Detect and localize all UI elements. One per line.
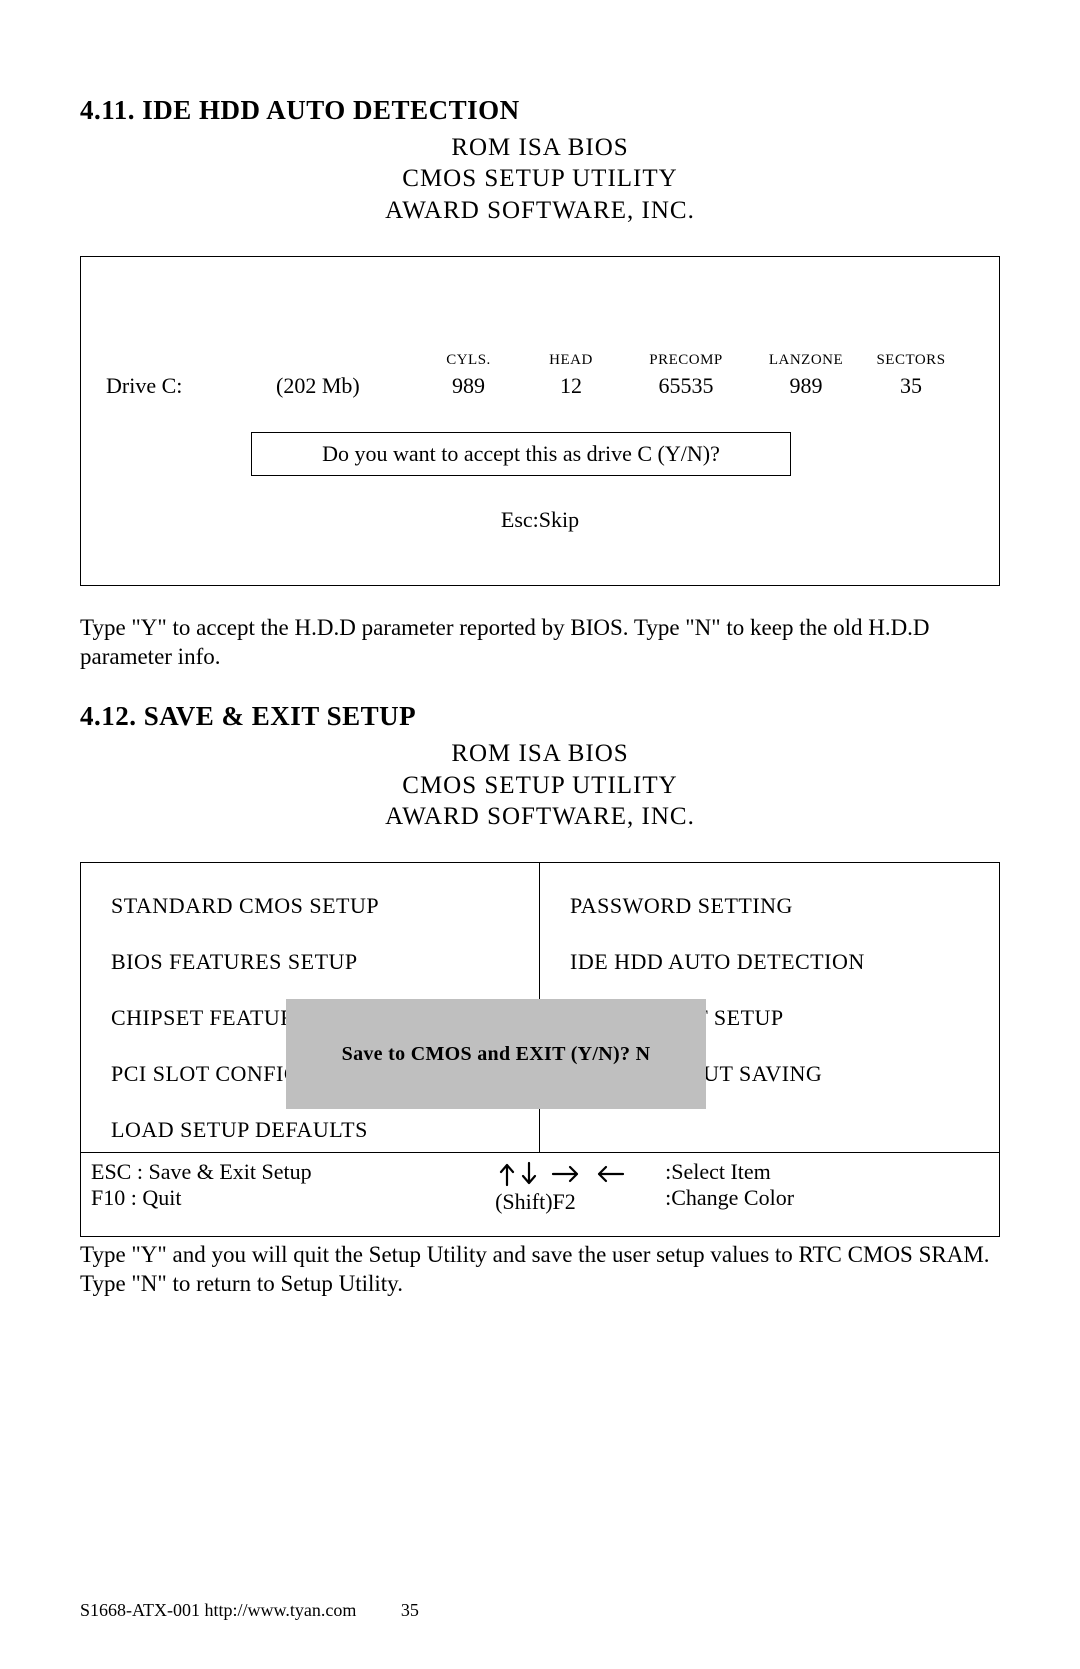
bios-line: AWARD SOFTWARE, INC. <box>80 801 1000 832</box>
setup-panel: STANDARD CMOS SETUP BIOS FEATURES SETUP … <box>80 862 1000 1237</box>
section-412-title: 4.12. SAVE & EXIT SETUP <box>80 701 1000 732</box>
bios-line: ROM ISA BIOS <box>80 132 1000 163</box>
esc-skip-hint: Esc:Skip <box>81 507 999 533</box>
menu-password[interactable]: PASSWORD SETTING <box>570 893 979 919</box>
hdd-headers: . . CYLS. HEAD PRECOMP LANZONE SECTORS <box>106 352 974 369</box>
footer-url: http://www.tyan.com <box>205 1600 357 1620</box>
hdr-sectors: SECTORS <box>861 352 961 369</box>
cell-sectors: 35 <box>861 373 961 399</box>
section-411-title: 4.11. IDE HDD AUTO DETECTION <box>80 95 1000 126</box>
bios-line: AWARD SOFTWARE, INC. <box>80 195 1000 226</box>
menu-bios-features[interactable]: BIOS FEATURES SETUP <box>111 949 519 975</box>
hdr-precomp: PRECOMP <box>621 352 751 369</box>
hdr-cyls: CYLS. <box>416 352 521 369</box>
menu-load-defaults[interactable]: LOAD SETUP DEFAULTS <box>111 1117 519 1143</box>
bios-header-412: ROM ISA BIOS CMOS SETUP UTILITY AWARD SO… <box>80 738 1000 832</box>
hdd-row: Drive C: (202 Mb) 989 12 65535 989 35 <box>106 373 974 399</box>
section-412-explain: Type "Y" and you will quit the Setup Uti… <box>80 1241 1000 1299</box>
cell-size: (202 Mb) <box>276 373 416 399</box>
cell-precomp: 65535 <box>621 373 751 399</box>
cell-drive: Drive C: <box>106 373 276 399</box>
hint-select: :Select Item <box>665 1159 989 1185</box>
section-411-explain: Type "Y" to accept the H.D.D parameter r… <box>80 614 1000 672</box>
menu-ide-hdd[interactable]: IDE HDD AUTO DETECTION <box>570 949 979 975</box>
footer-model: S1668-ATX-001 <box>80 1600 200 1620</box>
page-footer: S1668-ATX-001 http://www.tyan.com 35 <box>80 1600 419 1621</box>
hdr-head: HEAD <box>521 352 621 369</box>
setup-footer-bar: ESC : Save & Exit Setup F10 : Quit (Shif… <box>81 1153 999 1221</box>
arrow-keys-icon <box>495 1159 645 1189</box>
cell-cyls: 989 <box>416 373 521 399</box>
hint-color: :Change Color <box>665 1185 989 1211</box>
hint-esc: ESC : Save & Exit Setup <box>91 1159 495 1185</box>
hdd-detection-panel: . . CYLS. HEAD PRECOMP LANZONE SECTORS D… <box>80 256 1000 586</box>
bios-line: ROM ISA BIOS <box>80 738 1000 769</box>
bios-header-411: ROM ISA BIOS CMOS SETUP UTILITY AWARD SO… <box>80 132 1000 226</box>
footer-page: 35 <box>401 1600 419 1621</box>
bios-line: CMOS SETUP UTILITY <box>80 163 1000 194</box>
accept-prompt[interactable]: Do you want to accept this as drive C (Y… <box>251 432 791 476</box>
cell-lanzone: 989 <box>751 373 861 399</box>
cell-head: 12 <box>521 373 621 399</box>
hint-f10: F10 : Quit <box>91 1185 495 1211</box>
hdd-table: . . CYLS. HEAD PRECOMP LANZONE SECTORS D… <box>106 352 974 399</box>
bios-line: CMOS SETUP UTILITY <box>80 770 1000 801</box>
menu-standard-cmos[interactable]: STANDARD CMOS SETUP <box>111 893 519 919</box>
save-exit-dialog[interactable]: Save to CMOS and EXIT (Y/N)? N <box>286 999 706 1109</box>
hint-shift: (Shift)F2 <box>495 1189 665 1215</box>
hdr-lanzone: LANZONE <box>751 352 861 369</box>
